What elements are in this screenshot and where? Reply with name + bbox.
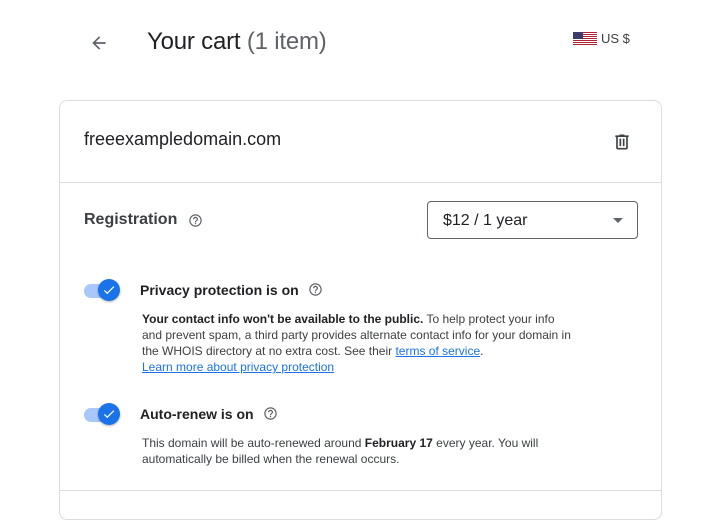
item-count: (1 item) — [246, 28, 327, 55]
auto-renew-date: February 17 — [364, 436, 433, 450]
auto-renew-description: This domain will be auto-renewed around … — [142, 435, 572, 467]
check-icon — [103, 286, 115, 295]
registration-help-icon[interactable] — [188, 213, 203, 228]
auto-renew-help-icon[interactable] — [263, 406, 278, 421]
card-divider — [60, 182, 661, 183]
privacy-protection-description: Your contact info won't be available to … — [142, 311, 572, 375]
toggle-knob — [98, 279, 120, 301]
arrow-back-icon — [92, 36, 106, 50]
auto-renew-toggle[interactable] — [84, 402, 122, 426]
cart-item-card: freeexampledomain.com Registration $12 /… — [59, 100, 662, 520]
check-icon — [103, 410, 115, 419]
registration-term-value: $12 / 1 year — [443, 212, 528, 229]
terms-of-service-link[interactable]: terms of service — [395, 344, 480, 358]
back-button[interactable] — [86, 30, 112, 56]
us-flag-icon — [573, 32, 597, 45]
currency-label: US $ — [601, 31, 630, 46]
remove-item-button[interactable] — [610, 130, 634, 154]
privacy-protection-toggle[interactable] — [84, 278, 122, 302]
trash-icon — [615, 134, 629, 150]
currency-selector[interactable]: US $ — [573, 31, 630, 46]
page-title-text: Your cart — [147, 28, 241, 55]
toggle-knob — [98, 403, 120, 425]
learn-more-privacy-link[interactable]: Learn more about privacy protection — [142, 360, 334, 374]
domain-name: freeexampledomain.com — [84, 129, 282, 149]
registration-term-select[interactable]: $12 / 1 year — [427, 201, 638, 239]
dropdown-arrow-icon — [613, 218, 623, 223]
auto-renew-text-1: This domain will be auto-renewed around — [142, 436, 365, 450]
privacy-protection-title: Privacy protection is on — [140, 282, 299, 298]
auto-renew-title: Auto-renew is on — [140, 406, 254, 422]
card-bottom-divider — [60, 490, 661, 491]
privacy-text-2: . — [480, 344, 484, 358]
privacy-help-icon[interactable] — [308, 282, 323, 297]
page-title: Your cart (1 item) — [147, 28, 327, 56]
privacy-bold-text: Your contact info won't be available to … — [142, 312, 424, 326]
registration-label: Registration — [84, 211, 178, 228]
